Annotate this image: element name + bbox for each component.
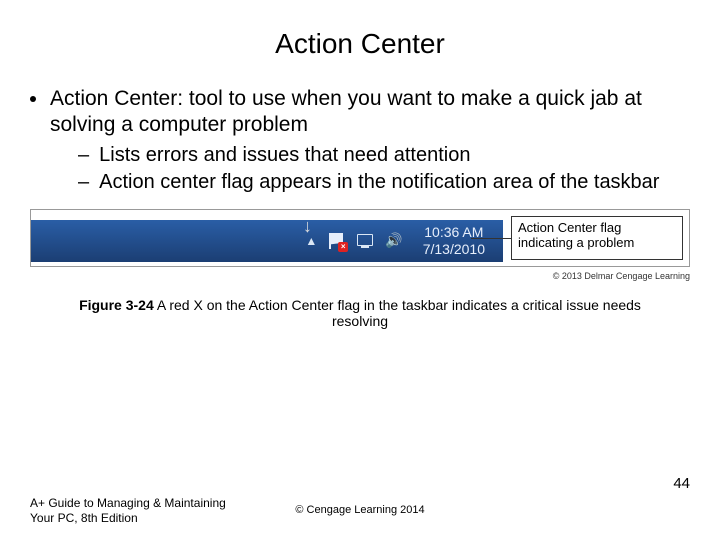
bullet-text: Action center flag appears in the notifi…: [99, 170, 659, 195]
show-hidden-icons-icon[interactable]: ▲: [305, 234, 317, 248]
caption-label: Figure 3-24: [79, 297, 154, 313]
caption-text: A red X on the Action Center flag in the…: [154, 297, 641, 330]
system-tray: ▲ × 🔊 10:36 AM 7/13/2010: [305, 224, 503, 256]
bullet-level2: – Action center flag appears in the noti…: [78, 170, 690, 195]
figure-caption: Figure 3-24 A red X on the Action Center…: [0, 297, 720, 331]
action-center-flag-icon[interactable]: ×: [329, 233, 345, 249]
figure-frame: ↓ ▲ × 🔊 10:36 AM 7/13/2010: [30, 209, 690, 267]
bullet-dot-icon: [30, 96, 36, 102]
taskbar-clock[interactable]: 10:36 AM 7/13/2010: [415, 224, 493, 256]
bullet-dash-icon: –: [78, 143, 89, 168]
footer-center: © Cengage Learning 2014: [0, 504, 720, 516]
figure-copyright: © 2013 Delmar Cengage Learning: [0, 271, 690, 281]
page-number: 44: [673, 475, 690, 492]
callout-label: Action Center flag indicating a problem: [511, 216, 683, 260]
error-badge-icon: ×: [338, 242, 348, 252]
figure: ↓ ▲ × 🔊 10:36 AM 7/13/2010: [30, 209, 690, 267]
slide: Action Center Action Center: tool to use…: [0, 0, 720, 540]
callout-connector: [471, 238, 511, 239]
volume-icon[interactable]: 🔊: [385, 232, 402, 249]
bullet-level2: – Lists errors and issues that need atte…: [78, 143, 690, 168]
slide-title: Action Center: [0, 0, 720, 76]
network-icon[interactable]: [357, 234, 373, 248]
slide-body: Action Center: tool to use when you want…: [0, 86, 720, 195]
bullet-text: Action Center: tool to use when you want…: [50, 86, 690, 139]
bullet-level1: Action Center: tool to use when you want…: [30, 86, 690, 139]
bullet-dash-icon: –: [78, 170, 89, 195]
clock-date: 7/13/2010: [423, 241, 485, 257]
windows-taskbar: ↓ ▲ × 🔊 10:36 AM 7/13/2010: [31, 220, 503, 262]
bullet-text: Lists errors and issues that need attent…: [99, 143, 470, 168]
